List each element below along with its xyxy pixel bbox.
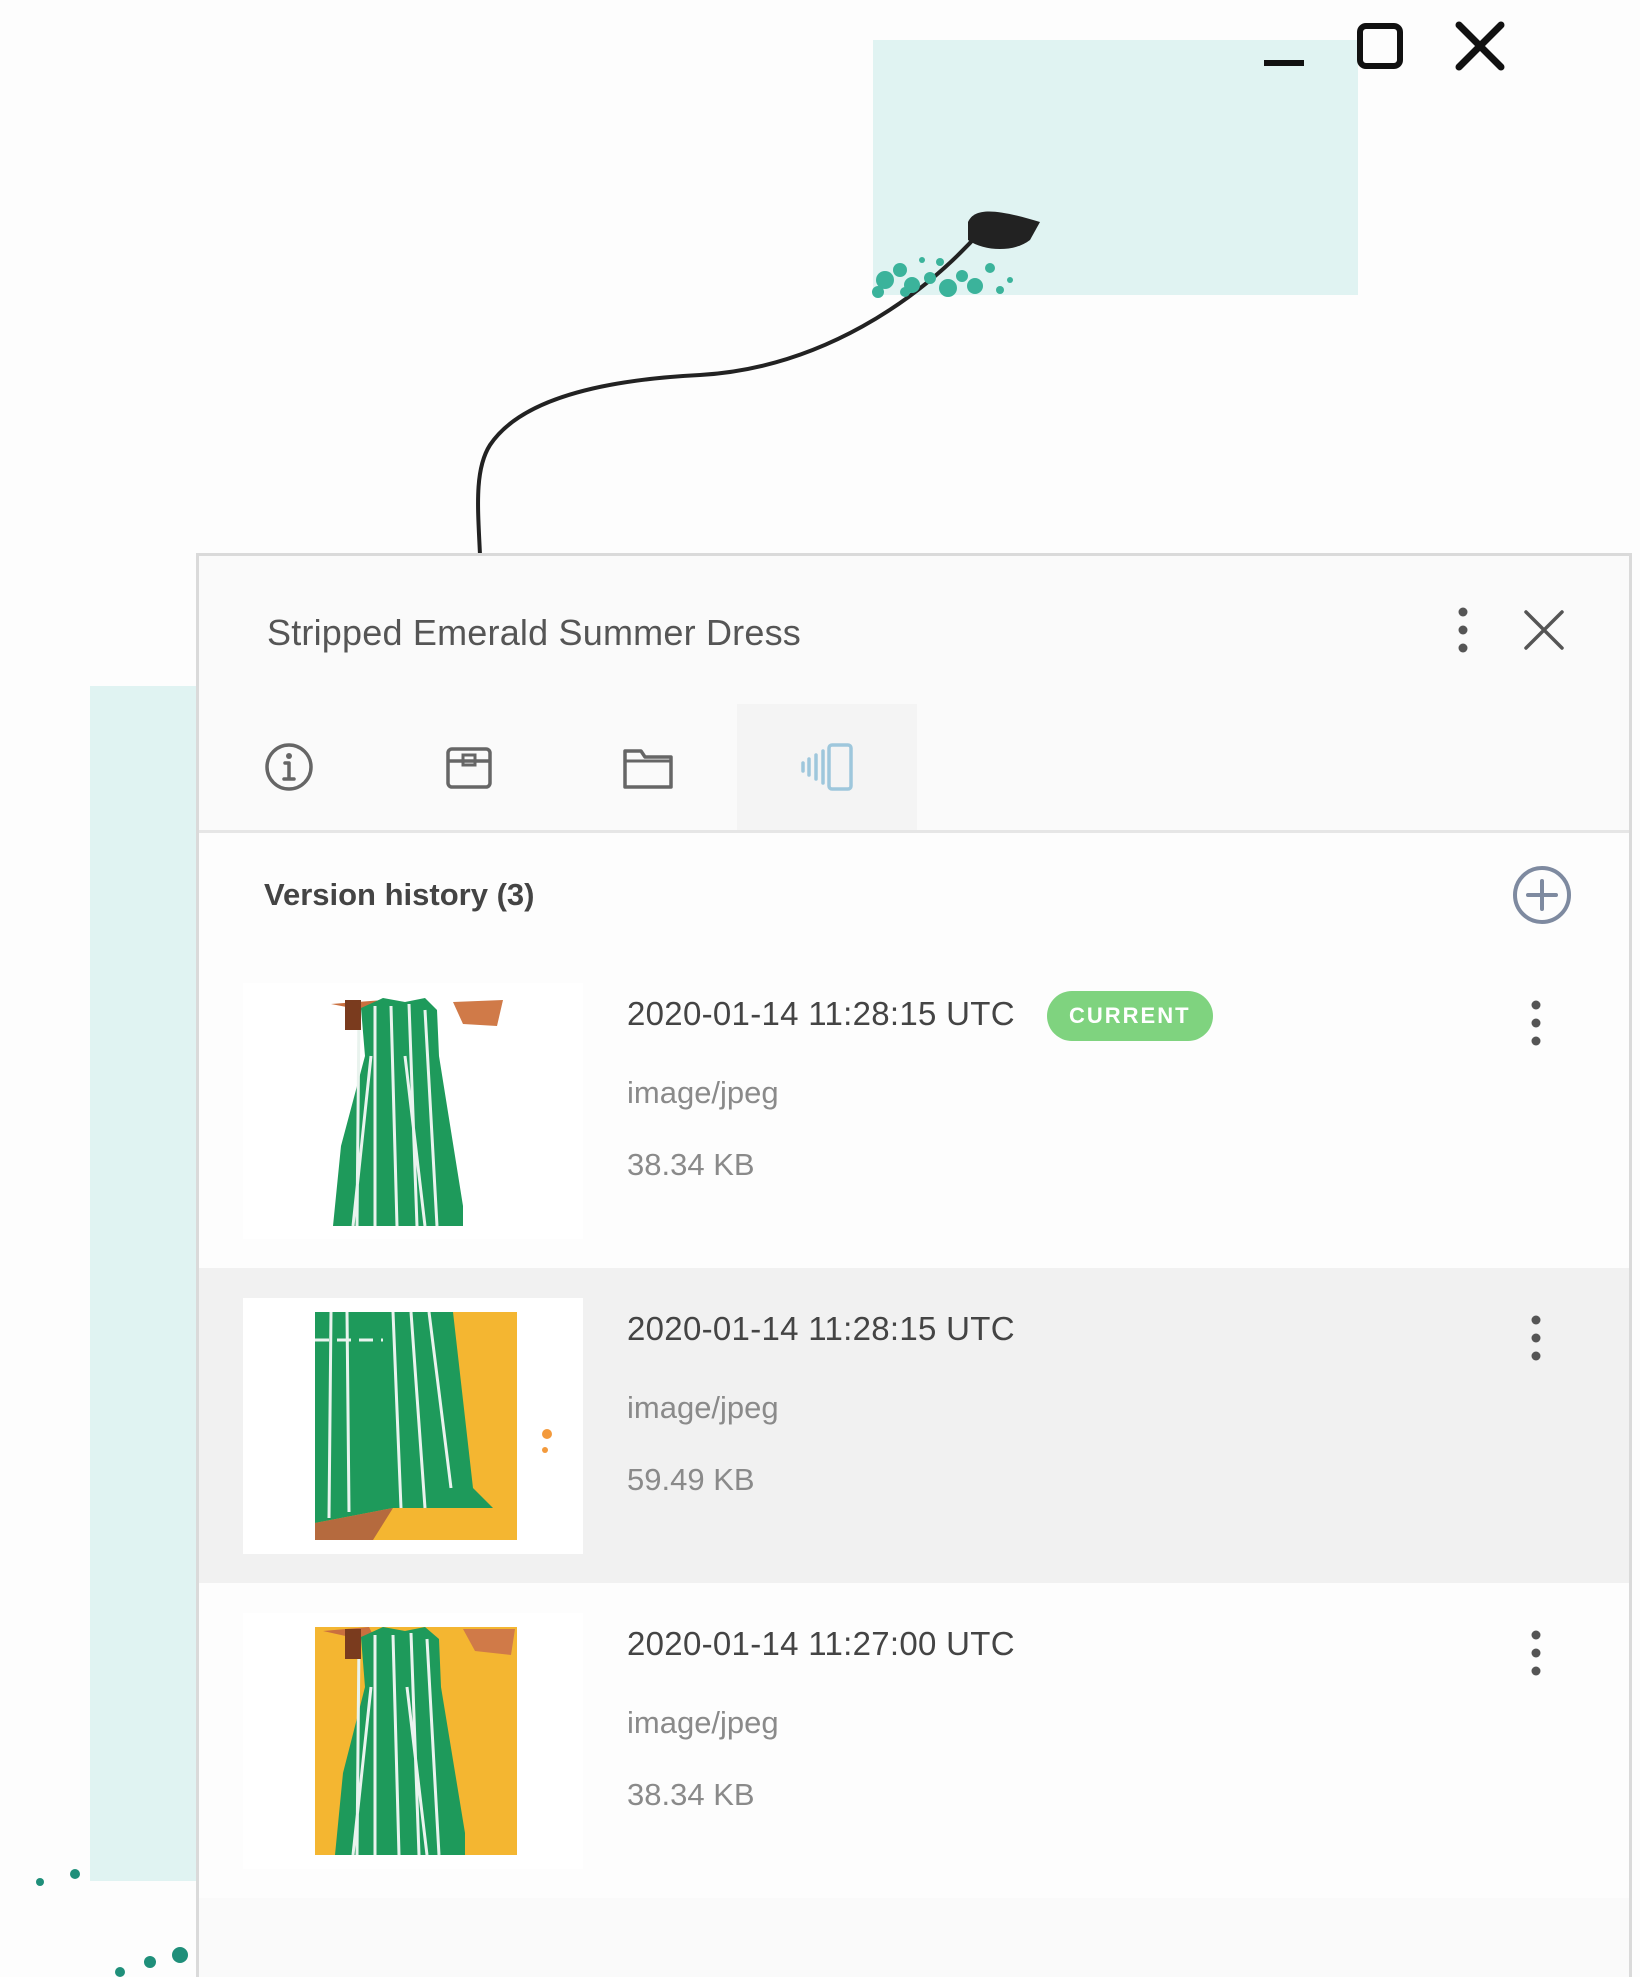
version-more-options-button[interactable] — [1511, 1306, 1561, 1370]
close-icon — [1524, 610, 1564, 650]
panel-header: Stripped Emerald Summer Dress — [199, 556, 1629, 704]
panel-more-options-button[interactable] — [1431, 598, 1495, 662]
version-more-options-button[interactable] — [1511, 991, 1561, 1055]
version-mime-type: image/jpeg — [627, 1075, 779, 1110]
current-version-badge: CURRENT — [1047, 991, 1213, 1041]
add-version-button[interactable] — [1510, 863, 1574, 927]
package-icon — [446, 747, 492, 789]
asset-details-panel: Stripped Emerald Summer Dress Version hi… — [196, 553, 1632, 1977]
panel-close-button[interactable] — [1512, 598, 1576, 662]
version-mime-type: image/jpeg — [627, 1390, 779, 1425]
version-thumbnail — [243, 983, 583, 1239]
panel-tabs — [199, 704, 1629, 833]
window-maximize-button[interactable] — [1344, 14, 1416, 78]
more-vertical-icon — [1531, 1000, 1541, 1046]
add-circle-icon — [1513, 866, 1571, 924]
version-thumbnail — [243, 1298, 583, 1554]
tab-package[interactable] — [379, 704, 559, 830]
more-vertical-icon — [1531, 1630, 1541, 1676]
window-close-button[interactable] — [1444, 14, 1516, 78]
more-vertical-icon — [1458, 607, 1468, 653]
maximize-icon — [1357, 23, 1403, 69]
tab-info[interactable] — [199, 704, 379, 830]
tab-folder[interactable] — [558, 704, 738, 830]
version-date: 2020-01-14 11:28:15 UTC — [627, 995, 1015, 1032]
version-history-header: Version history (3) — [199, 833, 1629, 953]
version-list: 2020-01-14 11:28:15 UTC CURRENT image/jp… — [199, 953, 1629, 1898]
version-row[interactable]: 2020-01-14 11:28:15 UTC CURRENT image/jp… — [199, 953, 1629, 1268]
panel-title: Stripped Emerald Summer Dress — [267, 612, 801, 653]
close-icon — [1455, 21, 1505, 71]
more-vertical-icon — [1531, 1315, 1541, 1361]
window-minimize-button[interactable] — [1248, 14, 1320, 78]
minimize-icon — [1264, 60, 1304, 66]
version-row[interactable]: 2020-01-14 11:28:15 UTC image/jpeg 59.49… — [199, 1268, 1629, 1583]
background-illustration-column — [90, 686, 198, 1881]
version-mime-type: image/jpeg — [627, 1705, 779, 1740]
dress-image-icon — [243, 1298, 583, 1554]
versions-icon — [801, 743, 853, 791]
background-illustration-window — [873, 40, 1358, 295]
version-thumbnail — [243, 1613, 583, 1869]
dress-image-icon — [313, 996, 513, 1226]
version-file-size: 38.34 KB — [627, 1777, 755, 1812]
folder-icon — [623, 749, 673, 789]
version-date: 2020-01-14 11:27:00 UTC — [627, 1625, 1015, 1662]
version-file-size: 38.34 KB — [627, 1147, 755, 1182]
tab-versions[interactable] — [737, 704, 917, 830]
version-date: 2020-01-14 11:28:15 UTC — [627, 1310, 1015, 1347]
info-icon — [265, 743, 313, 791]
version-row[interactable]: 2020-01-14 11:27:00 UTC image/jpeg 38.34… — [199, 1583, 1629, 1898]
version-more-options-button[interactable] — [1511, 1621, 1561, 1685]
version-file-size: 59.49 KB — [627, 1462, 755, 1497]
version-history-title: Version history (3) — [264, 877, 535, 912]
dress-image-icon — [243, 1613, 583, 1869]
